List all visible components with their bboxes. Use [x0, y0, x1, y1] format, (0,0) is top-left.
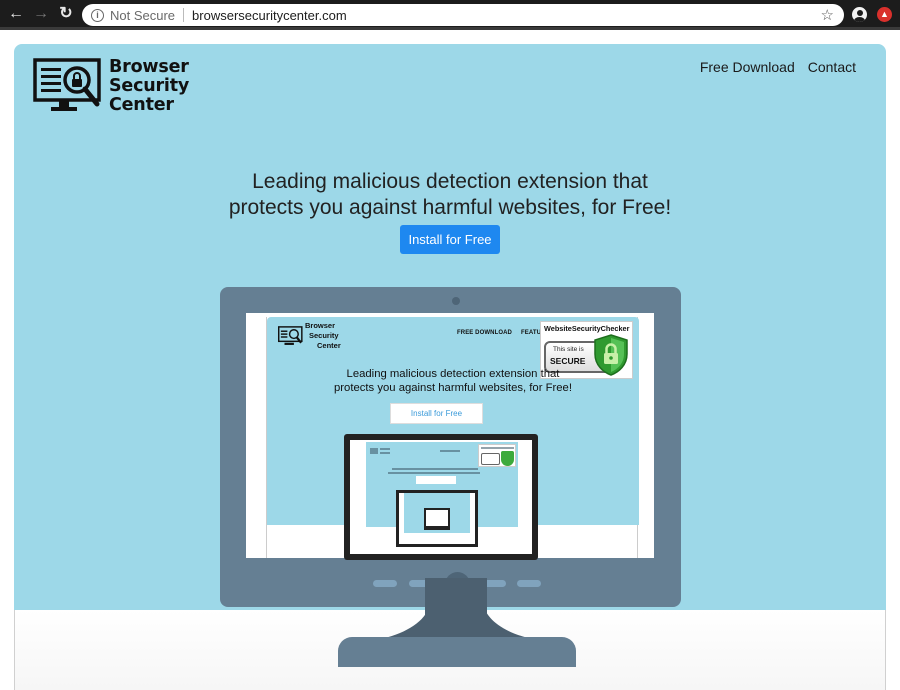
webcam-dot — [452, 297, 460, 305]
monitor-illustration: Browser Security Center FREE DOWNLOAD FEA… — [220, 287, 681, 607]
monitor-stand-neck — [425, 578, 487, 638]
monitor-button — [373, 580, 397, 587]
badge-secure-label: SECURE — [550, 356, 586, 366]
preview-nav: FREE DOWNLOAD FEATU — [457, 330, 550, 336]
url-text[interactable]: browsersecuritycenter.com — [192, 8, 347, 23]
site-logo[interactable]: Browser Security Center — [33, 58, 203, 118]
preview-logo-line: Center — [317, 341, 341, 350]
preview-nav-item: FEATU — [520, 330, 542, 336]
logo-line: Browser — [109, 57, 189, 77]
nested-screen-3 — [426, 510, 448, 526]
reload-icon: ↻ — [59, 5, 73, 22]
preview-install-button: Install for Free — [390, 403, 483, 424]
nested-text — [392, 468, 478, 470]
preview-headline-line: Leading malicious detection extension th… — [346, 368, 560, 380]
address-bar[interactable]: i Not Secure browsersecuritycenter.com ☆ — [82, 4, 844, 26]
nested-screen — [350, 440, 532, 554]
preview-headline-line: protects you against harmful websites, f… — [334, 382, 572, 394]
arrow-right-icon: → — [33, 5, 49, 22]
nested-text — [380, 452, 390, 454]
top-navigation: Free Download Contact — [700, 59, 856, 75]
preview-headline: Leading malicious detection extension th… — [267, 367, 639, 395]
reload-button[interactable]: ↻ — [57, 5, 75, 23]
headline-line: protects you against harmful websites, f… — [228, 196, 672, 219]
headline-line: Leading malicious detection extension th… — [252, 170, 648, 193]
nested-text — [388, 472, 480, 474]
preview-logo-line: Security — [309, 331, 339, 340]
divider — [183, 8, 185, 22]
nested-monitor-2 — [396, 490, 478, 547]
monitor-screen: Browser Security Center FREE DOWNLOAD FEA… — [246, 313, 654, 560]
preview-logo-line: Browser — [305, 321, 336, 330]
nav-free-download[interactable]: Free Download — [700, 59, 795, 75]
preview-nav-item: FREE DOWNLOAD — [457, 330, 512, 336]
nested-button — [416, 476, 456, 484]
security-status[interactable]: Not Secure — [110, 8, 175, 23]
badge-title: WebsiteSecurityChecker — [544, 324, 630, 333]
install-for-free-button[interactable]: Install for Free — [400, 225, 500, 254]
monitor-stand-base — [338, 637, 576, 667]
profile-avatar-icon[interactable] — [852, 7, 867, 22]
nested-shield-icon — [501, 451, 514, 466]
arrow-left-icon: ← — [8, 5, 24, 22]
nested-hero — [366, 442, 518, 547]
logo-line: Security — [109, 76, 190, 96]
nested-monitor — [344, 434, 538, 560]
nested-monitor-3 — [424, 508, 450, 530]
nav-contact[interactable]: Contact — [808, 59, 856, 75]
badge-caption: This site is — [553, 346, 584, 353]
nested-text — [481, 447, 514, 449]
forward-button[interactable]: → — [32, 5, 50, 23]
monitor-magnifier-logo-icon — [33, 58, 101, 111]
browser-toolbar: ← → ↻ i Not Secure browsersecuritycenter… — [0, 0, 900, 30]
logo-text: Browser Security Center — [109, 58, 189, 115]
bookmark-star-icon[interactable]: ☆ — [821, 6, 834, 24]
nested-hero-2 — [404, 493, 470, 533]
preview-logo-icon — [278, 326, 303, 345]
back-button[interactable]: ← — [7, 5, 25, 23]
nested-badge — [478, 444, 516, 467]
nested-logo — [370, 448, 378, 454]
extension-upload-icon[interactable]: ▲ — [877, 7, 892, 22]
preview-logo-text: Browser Security Center — [305, 321, 341, 351]
logo-line: Center — [109, 95, 174, 115]
nested-badge-box — [481, 453, 500, 465]
monitor-button — [517, 580, 541, 587]
hero-headline: Leading malicious detection extension th… — [14, 169, 886, 221]
preview-page: Browser Security Center FREE DOWNLOAD FEA… — [266, 317, 639, 560]
nested-text — [380, 448, 390, 450]
nested-nav — [440, 450, 460, 452]
hero-section: Browser Security Center Free Download Co… — [14, 44, 886, 610]
info-icon[interactable]: i — [91, 8, 104, 22]
nested-screen-2 — [399, 493, 475, 544]
